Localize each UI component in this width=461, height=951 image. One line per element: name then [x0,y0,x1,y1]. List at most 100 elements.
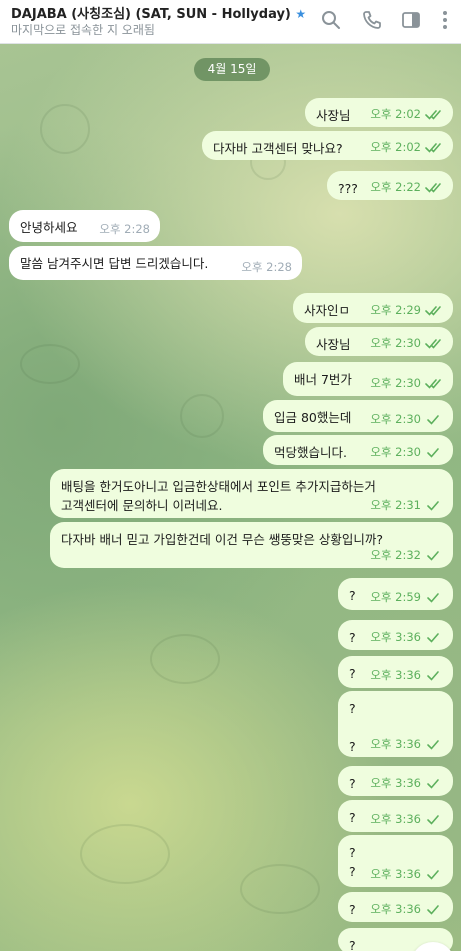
message-meta: 오후 2:28 [241,258,292,277]
outgoing-message[interactable]: ? ? 오후 3:36 [338,691,453,757]
outgoing-message[interactable]: ??? 오후 2:22 [327,171,453,200]
message-text: ? ? [349,701,356,754]
single-check-icon [427,593,439,603]
outgoing-message[interactable]: ? 오후 2:59 [338,578,453,610]
phone-icon[interactable] [361,9,383,31]
single-check-icon [427,870,439,880]
single-check-icon [427,415,439,425]
outgoing-message[interactable]: 입금 80했는데 오후 2:30 [263,400,453,432]
message-text: 배팅을 한거도아니고 입금한상태에서 포인트 추가지급하는거 고객센터에 문의하… [61,479,376,513]
message-meta: 오후 3:36 [370,774,443,793]
message-text: ? [349,630,356,645]
outgoing-message[interactable]: 사자인ㅁ 오후 2:29 [293,293,453,323]
message-time: 오후 2:30 [370,445,421,459]
message-time: 오후 2:02 [370,140,421,154]
message-time: 오후 2:31 [370,498,421,512]
message-time: 오후 2:30 [370,336,421,350]
message-time: 오후 2:28 [99,222,150,236]
message-meta: 오후 2:30 [370,334,443,353]
message-time: 오후 2:22 [370,180,421,194]
message-meta: 오후 2:30 [370,443,443,462]
outgoing-message[interactable]: 사장님 오후 2:30 [305,327,453,356]
message-time: 오후 2:59 [370,590,421,604]
message-meta: 오후 2:28 [99,220,150,239]
message-text: 다자바 배너 믿고 가입한건데 이건 무슨 쌩뚱맞은 상황입니까? [61,532,383,547]
message-text: 먹당했습니다. [274,445,347,460]
message-meta: 오후 2:29 [370,301,443,320]
message-time: 오후 3:36 [370,776,421,790]
message-time: 오후 3:36 [370,902,421,916]
double-check-icon [425,339,441,349]
message-text: ? [349,776,356,791]
message-time: 오후 2:32 [370,548,421,562]
outgoing-message[interactable]: ? 오후 3:36 [338,766,453,796]
double-check-icon [425,306,441,316]
star-icon: ★ [295,7,307,21]
message-time: 오후 2:28 [241,260,292,274]
chat-area[interactable]: 4월 15일 사장님 오후 2:02 다자바 고객센터 맞나요? 오후 2:02???… [0,44,461,951]
double-check-icon [425,183,441,193]
message-text: 말씀 남겨주시면 답변 드리겠습니다. [20,256,209,271]
scroll-down-button[interactable] [411,942,455,951]
background-doodle [180,394,224,438]
message-time: 오후 3:36 [370,668,421,682]
message-time: 오후 3:36 [370,630,421,644]
message-meta: 오후 2:22 [370,178,443,197]
single-check-icon [427,501,439,511]
outgoing-message[interactable]: 다자바 배너 믿고 가입한건데 이건 무슨 쌩뚱맞은 상황입니까? 오후 2:32 [50,522,453,568]
outgoing-message[interactable]: ? ? 오후 3:36 [338,835,453,887]
message-meta: 오후 3:36 [370,810,443,829]
message-text: ? [349,666,356,681]
sidebar-toggle-icon[interactable] [400,9,422,31]
background-doodle [20,344,80,384]
search-icon[interactable] [320,9,342,31]
double-check-icon [425,379,441,389]
message-meta: 오후 3:36 [370,900,443,919]
message-time: 오후 2:02 [370,107,421,121]
outgoing-message[interactable]: 먹당했습니다. 오후 2:30 [263,435,453,465]
message-time: 오후 2:30 [370,376,421,390]
message-meta: 오후 3:36 [370,628,443,647]
background-doodle [80,824,170,884]
outgoing-message[interactable]: 배팅을 한거도아니고 입금한상태에서 포인트 추가지급하는거 고객센터에 문의하… [50,469,453,518]
double-check-icon [425,110,441,120]
message-text: ? [349,938,356,951]
chat-header: DAJABA (사칭조심) (SAT, SUN - Hollyday) ★ 마지… [0,0,461,44]
message-text: 안녕하세요 [20,220,78,235]
single-check-icon [427,815,439,825]
message-text: ??? [338,181,358,196]
message-meta: 오후 2:30 [370,410,443,429]
background-doodle [40,104,90,154]
single-check-icon [427,448,439,458]
chevron-down-icon [411,942,455,951]
outgoing-message[interactable]: ? 오후 3:36 [338,800,453,832]
single-check-icon [427,551,439,561]
outgoing-message[interactable]: ? 오후 3:36 [338,892,453,922]
message-text: 사자인ㅁ [304,303,351,318]
message-text: ? [349,810,356,825]
background-doodle [150,634,220,684]
message-meta: 오후 2:31 [370,496,443,515]
message-meta: 오후 2:59 [370,588,443,607]
background-doodle [240,864,320,914]
more-options-icon[interactable] [434,9,456,31]
chat-title[interactable]: DAJABA (사칭조심) (SAT, SUN - Hollyday) ★ [11,3,306,22]
date-separator: 4월 15일 [194,58,270,81]
outgoing-message[interactable]: 배너 7번가 오후 2:30 [283,362,453,396]
outgoing-message[interactable]: ? 오후 3:36 [338,620,453,650]
message-time: 오후 3:36 [370,737,421,751]
message-time: 오후 2:30 [370,412,421,426]
incoming-message[interactable]: 말씀 남겨주시면 답변 드리겠습니다. 오후 2:28 [9,246,302,280]
message-text: ? [349,588,356,603]
outgoing-message[interactable]: ? 오후 3:36 [338,656,453,688]
outgoing-message[interactable]: 다자바 고객센터 맞나요? 오후 2:02 [202,131,453,160]
message-time: 오후 3:36 [370,812,421,826]
message-time: 오후 2:29 [370,303,421,317]
outgoing-message[interactable]: 사장님 오후 2:02 [305,98,453,127]
incoming-message[interactable]: 안녕하세요 오후 2:28 [9,210,160,242]
message-meta: 오후 2:02 [370,138,443,157]
chat-title-text[interactable]: DAJABA (사칭조심) (SAT, SUN - Hollyday) [11,7,291,22]
single-check-icon [427,905,439,915]
double-check-icon [425,143,441,153]
message-text: 사장님 [316,108,351,123]
